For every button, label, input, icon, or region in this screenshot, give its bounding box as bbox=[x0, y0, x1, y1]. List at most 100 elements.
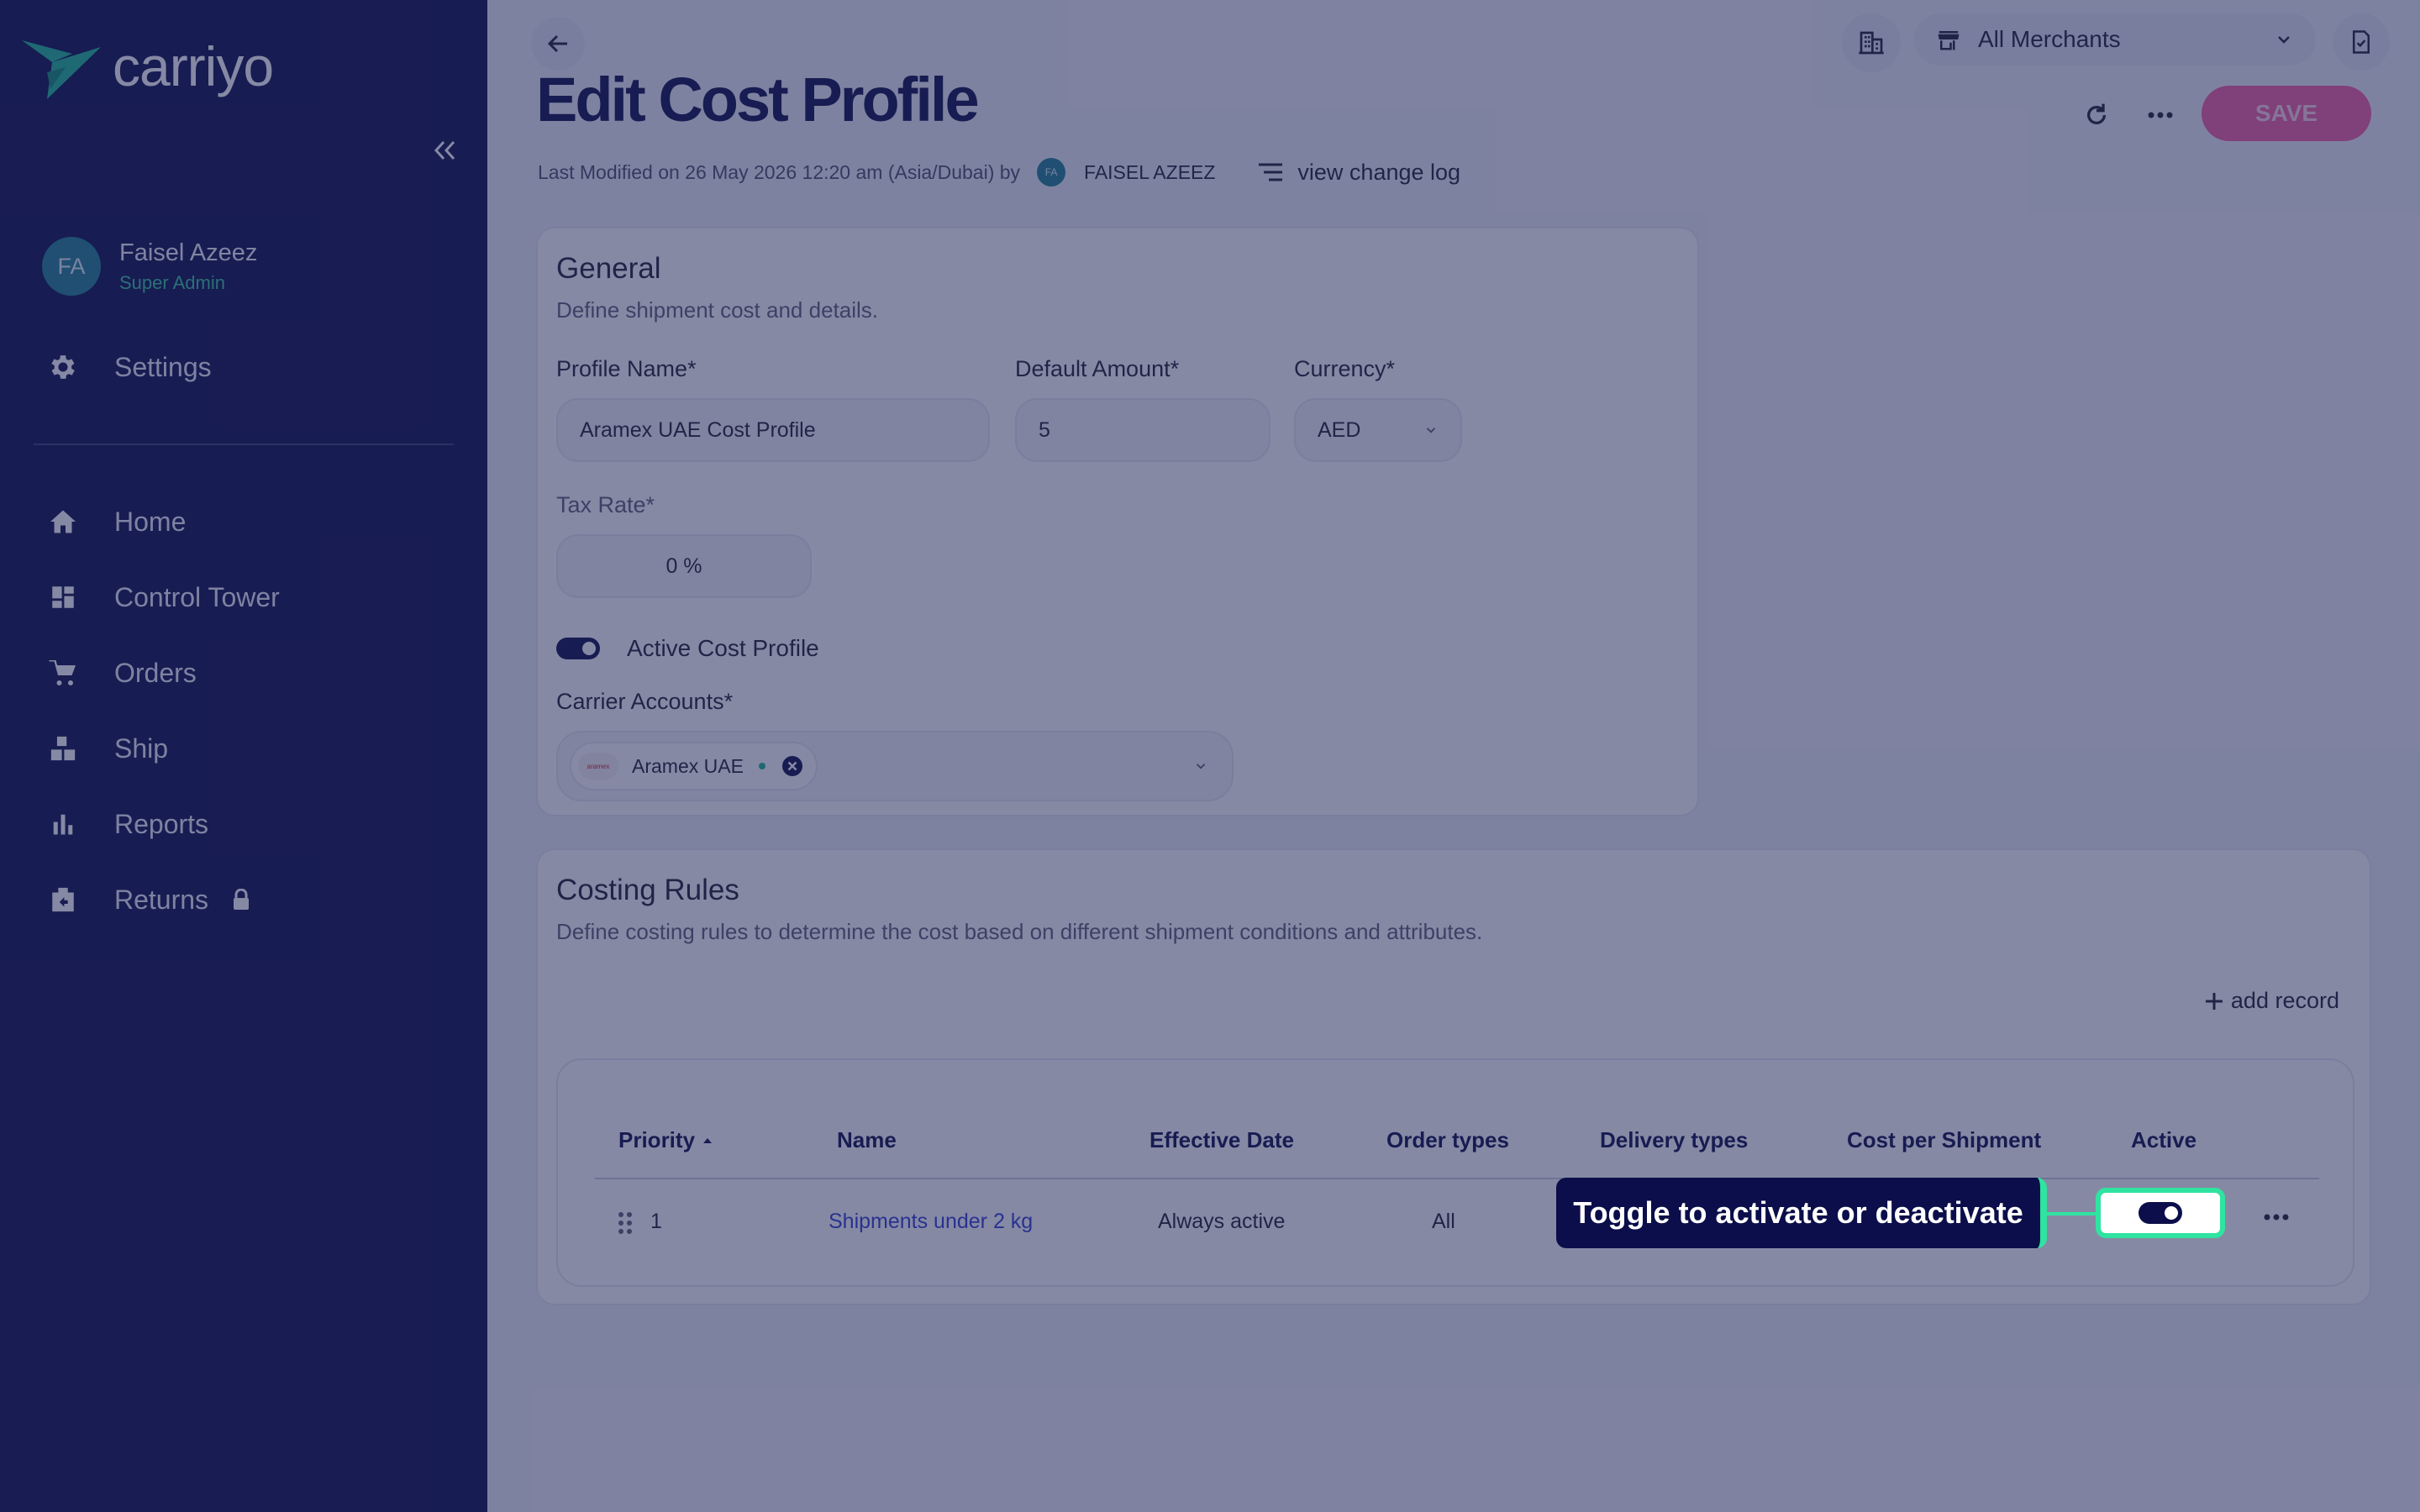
gear-icon bbox=[44, 348, 82, 386]
active-cost-profile-toggle[interactable] bbox=[556, 638, 600, 659]
sidebar-item-label: Orders bbox=[114, 657, 197, 688]
carrier-accounts-select[interactable]: aramex Aramex UAE bbox=[556, 731, 1234, 801]
modified-by-user: FAISEL AZEEZ bbox=[1084, 160, 1216, 183]
refresh-button[interactable] bbox=[2075, 94, 2118, 136]
carrier-accounts-label: Carrier Accounts* bbox=[556, 689, 734, 714]
chevron-down-icon bbox=[1426, 428, 1436, 433]
column-header-label: Priority bbox=[618, 1127, 696, 1152]
double-chevron-left-icon bbox=[434, 140, 455, 160]
status-dot bbox=[758, 763, 765, 769]
sidebar-nav: Home Control Tower Orders Ship Reports R… bbox=[44, 484, 280, 937]
active-cost-profile-label: Active Cost Profile bbox=[627, 635, 819, 661]
sidebar-item-control-tower[interactable]: Control Tower bbox=[44, 559, 280, 635]
carriyo-logo[interactable]: carriyo bbox=[22, 35, 274, 99]
view-change-log-link[interactable]: view change log bbox=[1257, 160, 1460, 186]
tax-rate-input[interactable]: 0 % bbox=[556, 534, 812, 598]
more-horizontal-icon bbox=[2148, 112, 2173, 118]
refresh-icon bbox=[2087, 103, 2106, 124]
section-title: General bbox=[556, 252, 661, 285]
sidebar-item-reports[interactable]: Reports bbox=[44, 786, 280, 862]
carrier-chip-label: Aramex UAE bbox=[632, 754, 744, 777]
chevron-down-icon bbox=[1196, 764, 1206, 769]
sidebar-item-orders[interactable]: Orders bbox=[44, 635, 280, 711]
costing-rules-section: Costing Rules Define costing rules to de… bbox=[536, 848, 2371, 1305]
sort-asc-icon bbox=[703, 1137, 713, 1143]
profile-name-input[interactable]: Aramex UAE Cost Profile bbox=[556, 398, 990, 462]
cart-icon bbox=[44, 654, 82, 692]
add-record-button[interactable]: add record bbox=[2204, 988, 2339, 1014]
tooltip-connector bbox=[2047, 1212, 2096, 1215]
carriyo-bird-icon bbox=[22, 40, 101, 99]
tour-tooltip: Toggle to activate or deactivate bbox=[1556, 1178, 2047, 1248]
more-options-button[interactable] bbox=[2139, 94, 2181, 136]
currency-label: Currency* bbox=[1294, 356, 1396, 381]
column-header-cost-per-shipment: Cost per Shipment bbox=[1847, 1127, 2042, 1152]
sidebar-item-ship[interactable]: Ship bbox=[44, 711, 280, 786]
currency-select[interactable]: AED bbox=[1294, 398, 1462, 462]
store-icon bbox=[1938, 31, 1960, 50]
column-header-effective-date: Effective Date bbox=[1150, 1127, 1294, 1152]
more-horizontal-icon bbox=[2264, 1214, 2289, 1221]
last-modified-info: Last Modified on 26 May 2026 12:20 am (A… bbox=[538, 158, 1460, 186]
arrow-left-icon bbox=[547, 34, 567, 53]
page-title: Edit Cost Profile bbox=[536, 65, 980, 134]
sidebar-item-settings[interactable]: Settings bbox=[44, 348, 212, 386]
row-active-toggle[interactable] bbox=[2139, 1202, 2182, 1224]
user-name: Faisel Azeez bbox=[119, 239, 258, 266]
organization-button[interactable] bbox=[1842, 13, 1901, 72]
default-amount-label: Default Amount* bbox=[1015, 356, 1180, 381]
active-cost-profile-row: Active Cost Profile bbox=[556, 635, 819, 662]
sidebar-item-label: Control Tower bbox=[114, 581, 280, 612]
sidebar-item-label: Settings bbox=[114, 351, 212, 382]
column-header-name: Name bbox=[837, 1127, 897, 1152]
row-name-link[interactable]: Shipments under 2 kg bbox=[829, 1210, 1033, 1234]
sidebar-item-label: Ship bbox=[114, 732, 169, 764]
remove-chip-button[interactable] bbox=[781, 754, 804, 778]
row-priority: 1 bbox=[650, 1210, 662, 1233]
document-check-icon bbox=[2353, 30, 2370, 54]
avatar: FA bbox=[1037, 158, 1066, 186]
close-circle-icon bbox=[781, 756, 802, 776]
row-effective-date: Always active bbox=[1158, 1210, 1286, 1233]
user-profile[interactable]: FA Faisel Azeez Super Admin bbox=[42, 237, 257, 296]
sidebar-item-returns[interactable]: Returns bbox=[44, 862, 280, 937]
building-icon bbox=[1859, 31, 1884, 55]
column-header-priority[interactable]: Priority bbox=[618, 1127, 713, 1153]
aramex-logo: aramex bbox=[578, 753, 618, 780]
sidebar-item-home[interactable]: Home bbox=[44, 484, 280, 559]
row-more-options-button[interactable] bbox=[2264, 1203, 2289, 1227]
boxes-icon bbox=[44, 729, 82, 768]
document-button[interactable] bbox=[2333, 13, 2390, 71]
tax-rate-label: Tax Rate* bbox=[556, 492, 655, 517]
last-modified-text: Last Modified on 26 May 2026 12:20 am (A… bbox=[538, 160, 1021, 183]
save-button[interactable]: SAVE bbox=[2202, 86, 2371, 141]
default-amount-input[interactable]: 5 bbox=[1015, 398, 1270, 462]
column-header-order-types: Order types bbox=[1386, 1127, 1509, 1152]
section-subtitle: Define costing rules to determine the co… bbox=[556, 919, 1483, 944]
sidebar-item-label: Reports bbox=[114, 808, 209, 839]
row-active-toggle-spotlight[interactable] bbox=[2096, 1188, 2225, 1238]
home-icon bbox=[44, 502, 82, 541]
list-icon bbox=[1259, 163, 1283, 181]
column-header-active: Active bbox=[2131, 1127, 2197, 1152]
profile-name-label: Profile Name* bbox=[556, 356, 697, 381]
row-order-types: All bbox=[1432, 1210, 1455, 1233]
bar-chart-icon bbox=[44, 805, 82, 843]
add-record-label: add record bbox=[2230, 988, 2339, 1013]
sidebar: carriyo FA Faisel Azeez Super Admin Sett… bbox=[0, 0, 487, 1512]
sidebar-divider bbox=[34, 444, 454, 445]
main-content: All Merchants Edit Cost Profile Last Mod… bbox=[487, 0, 2420, 1512]
sidebar-item-label: Returns bbox=[114, 884, 209, 915]
merchant-select[interactable]: All Merchants bbox=[1914, 13, 2316, 66]
user-role: Super Admin bbox=[119, 271, 225, 293]
section-subtitle: Define shipment cost and details. bbox=[556, 297, 878, 323]
drag-handle-icon[interactable] bbox=[617, 1210, 634, 1236]
merchant-select-value: All Merchants bbox=[1978, 26, 2121, 52]
chevron-down-icon bbox=[2278, 36, 2290, 44]
currency-value: AED bbox=[1318, 417, 1361, 442]
collapse-sidebar-button[interactable] bbox=[427, 133, 462, 168]
avatar: FA bbox=[42, 237, 101, 296]
sidebar-item-label: Home bbox=[114, 506, 187, 537]
costing-rules-table: Priority Name Effective Date Order types… bbox=[556, 1058, 2354, 1287]
back-button[interactable] bbox=[531, 17, 585, 71]
